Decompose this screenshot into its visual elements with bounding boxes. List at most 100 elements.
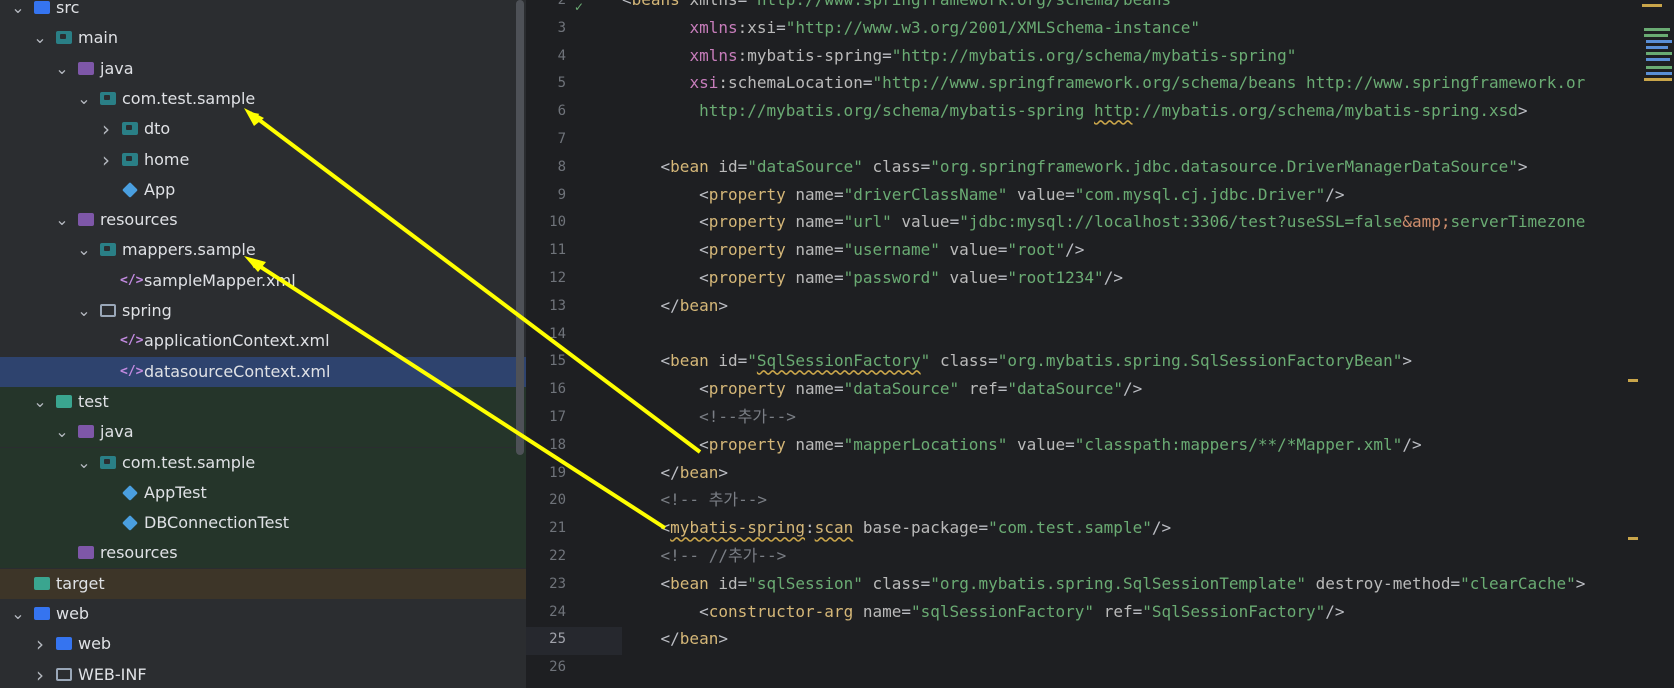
line-number: 21 — [549, 520, 566, 537]
fold-icon[interactable]: ✓ — [574, 0, 584, 14]
chevron-down-icon[interactable]: ⌄ — [76, 448, 92, 478]
code-line[interactable]: <property name="dataSource" ref="dataSou… — [622, 375, 1640, 403]
line-number: 8 — [557, 158, 566, 175]
chevron-down-icon[interactable]: ⌄ — [32, 387, 48, 417]
excluded-folder-icon — [34, 576, 50, 590]
xml-file-icon: </> — [120, 363, 144, 379]
chevron-down-icon[interactable]: ⌄ — [54, 54, 70, 84]
code-editor[interactable]: <beans xmlns="http://www.springframework… — [622, 0, 1640, 688]
package-icon — [122, 122, 138, 136]
tree-item-label: java — [100, 422, 134, 442]
code-line[interactable]: <property name="password" value="root123… — [622, 264, 1640, 292]
chevron-down-icon[interactable]: ⌄ — [32, 23, 48, 53]
code-line[interactable]: <property name="url" value="jdbc:mysql:/… — [622, 208, 1640, 236]
tree-item[interactable]: ⌄ java — [0, 54, 526, 84]
chevron-right-icon[interactable]: › — [32, 660, 48, 688]
tree-item[interactable]: ⌄ web — [0, 599, 526, 629]
warning-marker[interactable] — [1628, 379, 1638, 382]
warning-marker[interactable] — [1628, 537, 1638, 540]
code-line[interactable]: </bean> — [622, 625, 1640, 653]
test-resources-folder-icon — [78, 546, 94, 560]
line-number: 6 — [557, 103, 566, 120]
code-line[interactable]: <bean id="dataSource" class="org.springf… — [622, 153, 1640, 181]
tree-item-label: dto — [144, 119, 171, 139]
chevron-right-icon[interactable]: › — [98, 114, 114, 144]
code-line[interactable]: xsi:schemaLocation="http://www.springfra… — [622, 69, 1640, 97]
chevron-down-icon[interactable]: ⌄ — [10, 0, 26, 23]
code-line[interactable]: xmlns:mybatis-spring="http://mybatis.org… — [622, 42, 1640, 70]
code-line[interactable]: <!-- //추가--> — [622, 542, 1640, 570]
package-icon — [122, 152, 138, 166]
tree-item[interactable]: </> applicationContext.xml — [0, 326, 526, 356]
tree-item-label: test — [78, 391, 109, 411]
tree-item[interactable]: </> datasourceContext.xml — [0, 356, 526, 387]
tree-item-label: web — [78, 634, 112, 654]
code-line[interactable]: <property name="mapperLocations" value="… — [622, 431, 1640, 459]
tree-item[interactable]: DBConnectionTest — [0, 508, 526, 539]
line-number: 3 — [557, 19, 566, 36]
code-line[interactable]: <constructor-arg name="sqlSessionFactory… — [622, 598, 1640, 626]
tree-item[interactable]: ⌄ test — [0, 386, 526, 417]
line-number: 17 — [549, 409, 566, 425]
code-line[interactable]: <mybatis-spring:scan base-package="com.t… — [622, 514, 1640, 542]
line-number: 19 — [549, 464, 566, 481]
code-line[interactable]: </bean> — [622, 292, 1640, 320]
tree-item-label: WEB-INF — [78, 664, 147, 684]
tree-item[interactable]: resources — [0, 538, 526, 569]
folder-icon — [56, 667, 72, 681]
line-number: 7 — [557, 131, 566, 147]
editor-minimap[interactable] — [1640, 0, 1674, 140]
code-line[interactable]: <bean id="sqlSession" class="org.mybatis… — [622, 570, 1640, 598]
web-folder-icon — [56, 637, 72, 651]
code-line[interactable]: <!-- 추가--> — [622, 486, 1640, 514]
module-folder-icon — [56, 31, 72, 45]
tree-item[interactable]: ⌄ mappers.sample — [0, 235, 526, 265]
project-tree-scrollbar[interactable] — [516, 0, 524, 455]
tree-item[interactable]: › web — [0, 629, 526, 659]
code-line[interactable] — [622, 653, 1640, 681]
line-number: 14 — [549, 325, 566, 342]
chevron-right-icon[interactable]: › — [32, 629, 48, 659]
code-line[interactable]: </bean> — [622, 459, 1640, 487]
line-number: 20 — [549, 492, 566, 509]
code-line[interactable]: http://mybatis.org/schema/mybatis-spring… — [622, 97, 1640, 125]
code-line[interactable]: <!--추가--> — [622, 403, 1640, 431]
tree-item[interactable]: ⌄ src — [0, 0, 526, 23]
tree-item-label: sampleMapper.xml — [144, 270, 296, 290]
code-line[interactable] — [622, 320, 1640, 348]
chevron-down-icon[interactable]: ⌄ — [10, 599, 26, 629]
chevron-down-icon[interactable]: ⌄ — [76, 296, 92, 326]
tree-item[interactable]: target — [0, 568, 526, 599]
tree-item[interactable]: App — [0, 175, 526, 205]
tree-item[interactable]: ⌄ spring — [0, 296, 526, 326]
tree-item[interactable]: ⌄ resources — [0, 205, 526, 235]
line-number: 26 — [549, 659, 566, 676]
code-line[interactable]: xmlns:xsi="http://www.w3.org/2001/XMLSch… — [622, 14, 1640, 42]
chevron-down-icon[interactable]: ⌄ — [76, 84, 92, 114]
code-line[interactable] — [622, 125, 1640, 153]
code-line[interactable]: <beans xmlns="http://www.springframework… — [622, 0, 1640, 14]
code-line[interactable]: <property name="driverClassName" value="… — [622, 181, 1640, 209]
code-line[interactable]: <bean id="SqlSessionFactory" class="org.… — [622, 347, 1640, 375]
tree-item[interactable]: ⌄ main — [0, 23, 526, 53]
tree-item[interactable]: › WEB-INF — [0, 660, 526, 688]
chevron-down-icon[interactable]: ⌄ — [54, 417, 70, 447]
tree-item[interactable]: </> sampleMapper.xml — [0, 266, 526, 296]
chevron-down-icon[interactable]: ⌄ — [54, 205, 70, 235]
package-icon — [100, 91, 116, 105]
code-line[interactable]: <property name="username" value="root"/> — [622, 236, 1640, 264]
chevron-down-icon[interactable]: ⌄ — [76, 235, 92, 265]
line-number: 11 — [549, 242, 566, 259]
tree-item[interactable]: ⌄ com.test.sample — [0, 84, 526, 114]
line-number: 13 — [549, 297, 566, 314]
tree-item[interactable]: › dto — [0, 114, 526, 144]
tree-item[interactable]: ⌄ com.test.sample — [0, 447, 526, 478]
folder-icon — [100, 304, 116, 317]
package-icon — [100, 455, 116, 469]
tree-item-label: mappers.sample — [122, 240, 256, 260]
tree-item[interactable]: AppTest — [0, 477, 526, 508]
tree-item[interactable]: › home — [0, 145, 526, 175]
web-folder-icon — [34, 607, 50, 620]
chevron-right-icon[interactable]: › — [98, 145, 114, 175]
tree-item[interactable]: ⌄ java — [0, 417, 526, 448]
